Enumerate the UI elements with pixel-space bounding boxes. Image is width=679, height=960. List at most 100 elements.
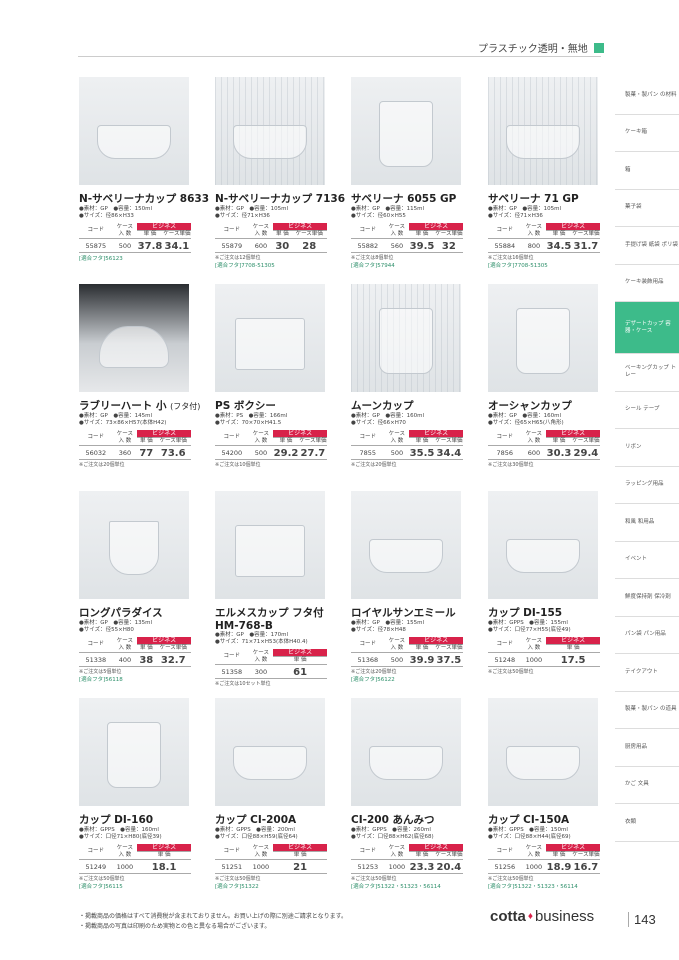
unit-header: 単 価 (137, 644, 156, 653)
case-header: ケース入 数 (521, 844, 547, 860)
case-unit-header: ケース単価 (155, 437, 191, 446)
matching-lid: [適合フタ]56115 (79, 884, 123, 890)
unit-price: 17.5 (546, 652, 600, 667)
product-model: HM-768-B (215, 620, 273, 632)
header-divider (78, 56, 601, 57)
product-spec-material: ●素材：GP ●容量：155ml (351, 620, 425, 626)
sidebar-category[interactable]: 菓子袋 (615, 190, 679, 227)
product-photo (215, 491, 325, 599)
product-photo (351, 284, 461, 392)
case-header: ケース入 数 (384, 430, 410, 446)
product-photo (351, 491, 461, 599)
product-name: エルメスカップ フタ付 (215, 607, 324, 619)
product-code: 51358 (215, 664, 249, 679)
matching-lid: [適合フタ]51322・51323・56114 (351, 884, 441, 890)
case-header: ケース入 数 (384, 223, 410, 239)
price-table: コード ケース入 数ビジネス単 価ケース単価 55875 500 37.8 34.1 (79, 223, 191, 253)
case-header: ケース入 数 (248, 430, 274, 446)
case-header: ケース入 数 (384, 844, 410, 860)
sidebar-category[interactable]: デザートカップ 容器・ケース (615, 302, 679, 354)
cup-illustration (233, 746, 307, 780)
product-card: オーシャンカップ ●素材：GP ●容量：160ml ●サイズ：径65×H65(八角… (488, 284, 600, 469)
unit-header: 単 価 (273, 437, 299, 446)
section-header: プラスチック透明・無地 (478, 40, 604, 55)
code-header: コード (215, 223, 249, 239)
price-table: コード ケース入 数ビジネス単 価 51251 1000 21 (215, 844, 327, 874)
order-note: ※ご注文は50個単位 (351, 876, 397, 882)
sidebar-category[interactable]: パン袋 パン用品 (615, 617, 679, 654)
brand-heart-icon: ♦ (527, 911, 533, 922)
sidebar-category[interactable]: 製菓・製パン の道具 (615, 692, 679, 729)
case-header: ケース入 数 (521, 637, 547, 653)
sidebar-category[interactable]: イベント (615, 542, 679, 579)
cup-illustration (379, 101, 433, 167)
product-spec-size: ●サイズ：径66×H70 (351, 420, 406, 426)
product-spec-size: ●サイズ：口径77×H55(底径49) (488, 627, 571, 633)
cup-illustration (379, 308, 433, 374)
product-name: CI-200 あんみつ (351, 814, 435, 826)
case-header: ケース入 数 (384, 637, 410, 653)
sidebar-category[interactable]: テイクアウト (615, 654, 679, 692)
sidebar-category[interactable]: 手提げ袋 紙袋 ポリ袋 (615, 227, 679, 265)
business-header: ビジネス (409, 430, 463, 438)
unit-header: 単 価 (546, 851, 572, 860)
cup-illustration (99, 326, 169, 368)
sidebar-category[interactable]: ケーキ箱 (615, 115, 679, 152)
sidebar-category[interactable]: シール テープ (615, 392, 679, 429)
sidebar-category[interactable]: ラッピング用品 (615, 467, 679, 504)
price-table: コード ケース入 数ビジネス単 価ケース単価 51368 500 39.9 37.5 (351, 637, 463, 667)
case-quantity: 1000 (248, 859, 274, 874)
cup-illustration (109, 521, 159, 575)
footnote-color: ・掲載商品の写真は印刷のため実物との色と異なる場合がございます。 (79, 923, 271, 930)
business-header: ビジネス (137, 844, 191, 852)
page-number: 143 (628, 912, 656, 927)
case-unit-price: 32 (434, 238, 463, 253)
case-unit-price: 73.6 (155, 445, 191, 460)
case-quantity: 560 (384, 238, 410, 253)
order-note: ※ご注文は16個単位 (488, 255, 534, 261)
unit-price: 18.1 (137, 859, 191, 874)
product-spec-material: ●素材：GP ●容量：145ml (79, 413, 153, 419)
unit-price: 29.2 (273, 445, 299, 460)
case-unit-price: 28 (291, 238, 327, 253)
sidebar-category[interactable]: 衣類 (615, 804, 679, 842)
unit-price: 23.3 (409, 859, 435, 874)
sidebar-category[interactable]: 厨房用品 (615, 729, 679, 767)
sidebar-category[interactable]: 和風 和用品 (615, 504, 679, 542)
business-header: ビジネス (273, 430, 327, 438)
product-photo (488, 77, 598, 185)
case-quantity: 400 (112, 652, 138, 667)
cup-illustration (516, 308, 570, 374)
order-note: ※ご注文は50個単位 (488, 669, 534, 675)
case-quantity: 800 (521, 238, 547, 253)
unit-header: 単 価 (273, 230, 292, 239)
product-spec-size: ●サイズ：口径88×H62(底径68) (351, 834, 434, 840)
sidebar-category[interactable]: 製菓・製パン の材料 (615, 77, 679, 115)
cup-illustration (369, 539, 443, 573)
sidebar-category[interactable]: リボン (615, 429, 679, 467)
case-quantity: 500 (384, 445, 410, 460)
unit-header: 単 価 (137, 437, 156, 446)
product-name: ラブリーハート 小 (フタ付) (79, 400, 201, 412)
cup-illustration (233, 125, 307, 159)
product-spec-material: ●素材：GPPS ●容量：160ml (79, 827, 159, 833)
price-table: コード ケース入 数ビジネス単 価ケース単価 54200 500 29.2 27.7 (215, 430, 327, 460)
order-note: ※ご注文は8個単位 (351, 255, 394, 261)
price-table: コード ケース入 数ビジネス単 価ケース単価 51253 1000 23.3 20.4 (351, 844, 463, 874)
price-table: コード ケース入 数ビジネス単 価ケース単価 56032 360 77 73.6 (79, 430, 191, 460)
order-note: ※ご注文は20個単位 (79, 462, 125, 468)
sidebar-category[interactable]: ベーキングカップ トレー (615, 354, 679, 392)
price-table: コード ケース入 数ビジネス単 価ケース単価 55884 800 34.5 31.7 (488, 223, 600, 253)
order-note: ※ご注文は50個単位 (79, 876, 125, 882)
sidebar-category[interactable]: ケーキ装飾用品 (615, 265, 679, 302)
product-card: ロングパラダイス ●素材：GP ●容量：135ml ●サイズ：径55×H80 コード… (79, 491, 191, 684)
business-header: ビジネス (273, 844, 327, 852)
sidebar-category[interactable]: 箱 (615, 152, 679, 190)
sidebar-category[interactable]: かご 文具 (615, 767, 679, 804)
case-unit-header: ケース単価 (434, 230, 463, 239)
order-note: ※ご注文は20個単位 (351, 669, 397, 675)
order-note: ※ご注文は5個単位 (79, 669, 122, 675)
product-photo (215, 77, 325, 185)
case-unit-price: 34.1 (162, 238, 191, 253)
sidebar-category[interactable]: 鮮度保持剤 保冷剤 (615, 579, 679, 617)
